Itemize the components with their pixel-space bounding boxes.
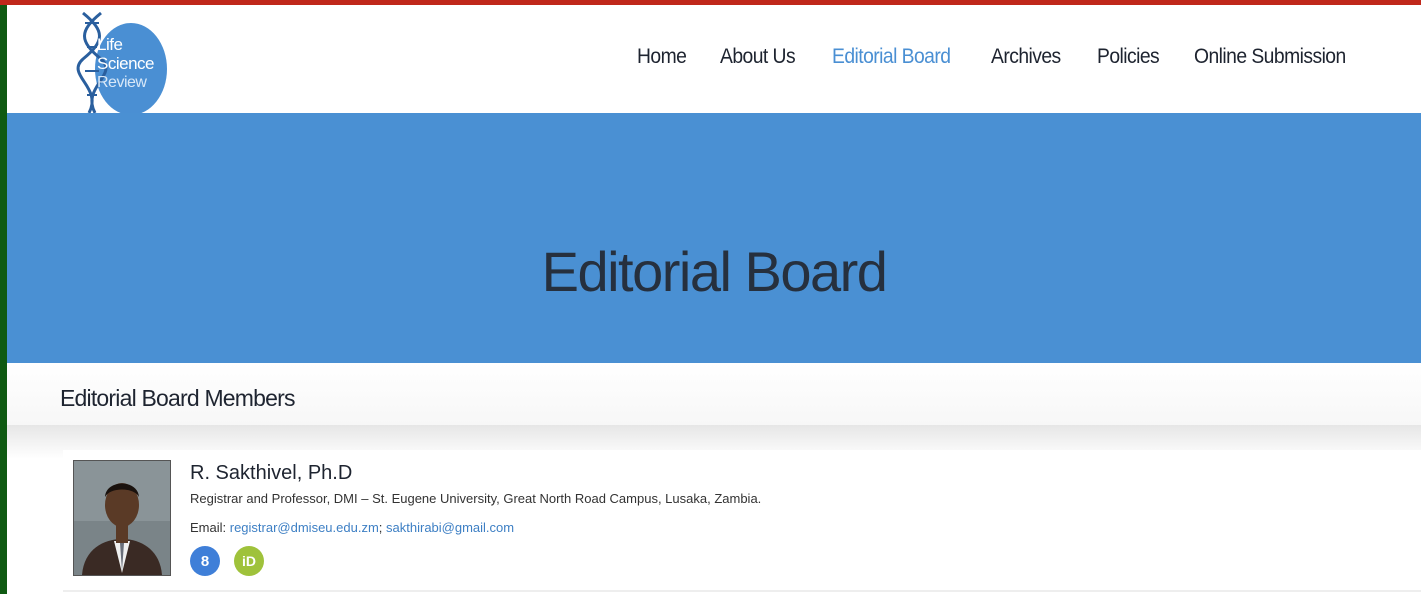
nav-home[interactable]: Home: [637, 45, 687, 69]
nav-policies[interactable]: Policies: [1097, 45, 1160, 69]
orcid-icon[interactable]: iD: [234, 546, 264, 576]
hero-banner: Editorial Board: [7, 113, 1421, 363]
section-header: Editorial Board Members: [7, 363, 1421, 425]
nav-about-us[interactable]: About Us: [720, 45, 796, 69]
email-link-personal[interactable]: sakthirabi@gmail.com: [386, 520, 514, 535]
member-email: Email: registrar@dmiseu.edu.zm; sakthira…: [190, 520, 514, 535]
logo-text: Life Science Review: [97, 35, 154, 92]
email-label: Email:: [190, 520, 227, 535]
google-scholar-icon[interactable]: 8: [190, 546, 220, 576]
email-link-registrar[interactable]: registrar@dmiseu.edu.zm: [230, 520, 379, 535]
member-name: R. Sakthivel, Ph.D: [190, 462, 353, 484]
page: Life Science Review Home About Us Editor…: [7, 5, 1421, 594]
member-photo: [73, 460, 171, 576]
logo-line-1: Life: [97, 35, 123, 54]
page-title: Editorial Board: [541, 240, 888, 303]
site-header: Life Science Review Home About Us Editor…: [7, 5, 1421, 115]
nav-editorial-board[interactable]: Editorial Board: [832, 45, 951, 69]
member-portrait: [74, 461, 170, 575]
logo-line-3: Review: [97, 74, 147, 91]
nav-archives[interactable]: Archives: [991, 45, 1061, 69]
profile-links: 8 iD: [190, 546, 264, 576]
member-affiliation: Registrar and Professor, DMI – St. Eugen…: [190, 491, 762, 506]
main-nav: Home About Us Editorial Board Archives P…: [637, 45, 1359, 69]
nav-online-submission[interactable]: Online Submission: [1194, 45, 1346, 69]
site-logo[interactable]: Life Science Review: [75, 11, 175, 115]
logo-line-2: Science: [97, 54, 154, 73]
member-card: R. Sakthivel, Ph.D Registrar and Profess…: [63, 450, 1421, 592]
section-title: Editorial Board Members: [60, 385, 296, 411]
email-separator: ;: [378, 520, 383, 535]
